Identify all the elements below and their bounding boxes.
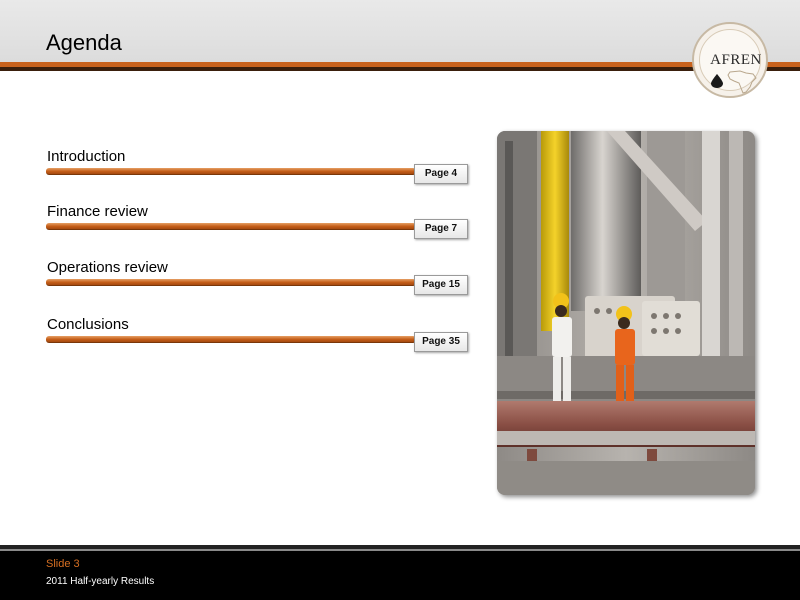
agenda-item-label: Finance review bbox=[47, 203, 148, 220]
page-reference-button[interactable]: Page 15 bbox=[414, 275, 468, 295]
page-title: Agenda bbox=[46, 30, 122, 55]
agenda-item-bar bbox=[46, 168, 416, 175]
agenda-item-bar bbox=[46, 223, 416, 230]
presentation-subtitle: 2011 Half-yearly Results bbox=[46, 576, 155, 587]
logo-ring: AFREN bbox=[699, 29, 761, 94]
slide-number: Slide 3 bbox=[46, 558, 80, 570]
agenda-item-finance-review[interactable]: Finance review Page 7 bbox=[46, 203, 476, 243]
oil-drop-icon bbox=[711, 74, 723, 88]
agenda-item-label: Introduction bbox=[47, 148, 126, 165]
logo-wordmark: AFREN bbox=[710, 52, 762, 68]
agenda-item-bar bbox=[46, 279, 416, 286]
agenda-item-label: Conclusions bbox=[47, 316, 129, 333]
page-reference-button[interactable]: Page 35 bbox=[414, 332, 468, 352]
agenda-item-conclusions[interactable]: Conclusions Page 35 bbox=[46, 316, 476, 356]
agenda-item-label: Operations review bbox=[47, 259, 168, 276]
agenda-item-bar bbox=[46, 336, 416, 343]
page-reference-button[interactable]: Page 7 bbox=[414, 219, 468, 239]
operations-photo bbox=[497, 131, 755, 495]
company-logo: AFREN bbox=[692, 22, 768, 98]
agenda-item-operations-review[interactable]: Operations review Page 15 bbox=[46, 259, 476, 299]
africa-map-icon bbox=[727, 70, 757, 94]
page-reference-button[interactable]: Page 4 bbox=[414, 164, 468, 184]
header-dark-line bbox=[0, 67, 800, 71]
agenda-item-introduction[interactable]: Introduction Page 4 bbox=[46, 148, 476, 188]
